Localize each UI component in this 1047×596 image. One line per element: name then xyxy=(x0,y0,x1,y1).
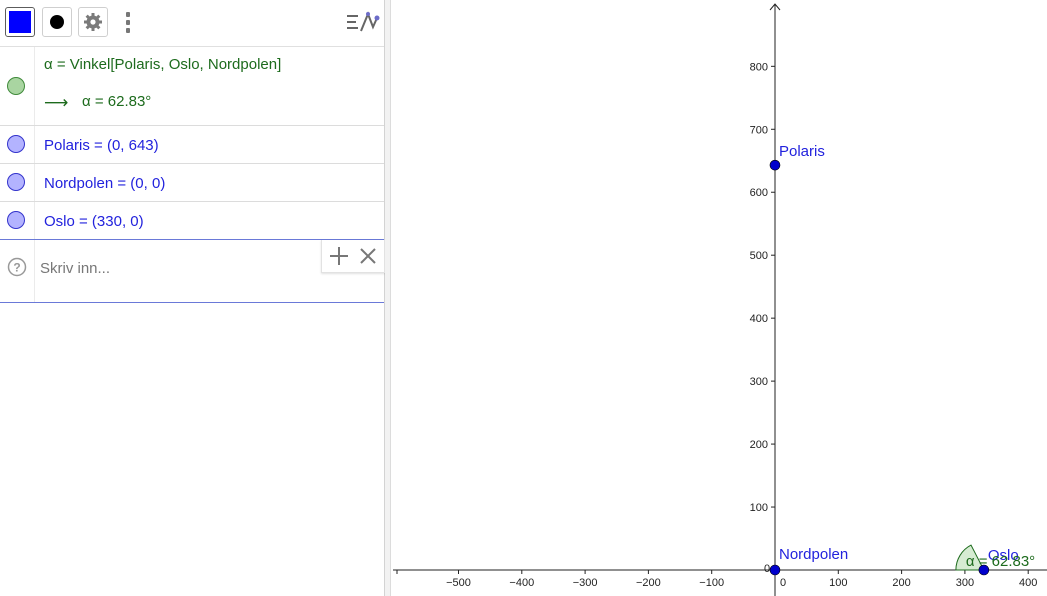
algebra-row-oslo[interactable]: Oslo = (330, 0) xyxy=(0,202,384,239)
visibility-toggle-icon[interactable] xyxy=(7,173,25,191)
y-tick-label: 500 xyxy=(750,250,768,262)
x-tick-label: −500 xyxy=(446,577,471,589)
origin-label: 0 xyxy=(764,563,770,575)
point-nordpolen[interactable] xyxy=(769,564,781,576)
gear-icon xyxy=(84,13,102,31)
angle-definition[interactable]: α = Vinkel[Polaris, Oslo, Nordpolen] xyxy=(44,56,281,73)
row-divider xyxy=(34,202,35,239)
y-axis-ticks: 100 200 300 400 500 600 700 800 xyxy=(750,61,775,514)
view-menu-button[interactable] xyxy=(344,7,382,37)
close-icon[interactable] xyxy=(353,241,383,271)
visibility-toggle-icon[interactable] xyxy=(7,77,25,95)
algebra-view: α = Vinkel[Polaris, Oslo, Nordpolen] ⟶ α… xyxy=(0,0,385,596)
algebra-input-row[interactable]: ? Skriv inn... xyxy=(0,239,385,303)
y-tick-label: 800 xyxy=(750,61,768,73)
more-menu-button[interactable] xyxy=(118,7,138,37)
visibility-toggle-icon[interactable] xyxy=(7,211,25,229)
style-toolbar xyxy=(0,0,384,47)
x-tick-label: 100 xyxy=(829,577,847,589)
input-tools xyxy=(321,240,385,273)
x-tick-label: 400 xyxy=(1019,577,1037,589)
help-icon[interactable]: ? xyxy=(7,257,27,277)
nordpolen-definition[interactable]: Nordpolen = (0, 0) xyxy=(44,175,165,192)
angle-value: α = 62.83° xyxy=(82,93,152,110)
polaris-definition[interactable]: Polaris = (0, 643) xyxy=(44,137,159,154)
angle-label[interactable]: α = 62.83° xyxy=(966,553,1035,570)
y-tick-label: 200 xyxy=(750,439,768,451)
point-label-polaris[interactable]: Polaris xyxy=(779,143,825,160)
algebra-row-angle[interactable]: α = Vinkel[Polaris, Oslo, Nordpolen] ⟶ α… xyxy=(0,47,384,126)
x-axis-ticks: −500 −400 −300 −200 −100 0 100 200 300 400 xyxy=(446,570,1037,589)
point-polaris[interactable] xyxy=(769,159,781,171)
y-tick-label: 600 xyxy=(750,187,768,199)
color-swatch xyxy=(9,11,31,33)
color-button[interactable] xyxy=(5,7,35,37)
x-tick-label: −200 xyxy=(636,577,661,589)
vertical-dots-icon-dot xyxy=(126,28,130,33)
x-tick-label: 300 xyxy=(956,577,974,589)
row-divider xyxy=(34,164,35,201)
x-tick-label: 200 xyxy=(892,577,910,589)
row-divider xyxy=(34,240,35,302)
algebra-input-field[interactable]: Skriv inn... xyxy=(40,260,110,277)
point-label-nordpolen[interactable]: Nordpolen xyxy=(779,546,848,563)
plus-icon[interactable] xyxy=(324,241,354,271)
settings-button[interactable] xyxy=(78,7,108,37)
output-arrow-icon: ⟶ xyxy=(44,93,69,112)
x-tick-label: −300 xyxy=(573,577,598,589)
x-tick-label: −400 xyxy=(509,577,534,589)
algebra-row-polaris[interactable]: Polaris = (0, 643) xyxy=(0,126,384,164)
visibility-toggle-icon[interactable] xyxy=(7,135,25,153)
graphics-view[interactable]: −500 −400 −300 −200 −100 0 100 200 300 400 100 200… xyxy=(391,0,1047,596)
row-divider xyxy=(34,47,35,125)
vertical-dots-icon-dot xyxy=(126,20,130,25)
x-tick-label: −100 xyxy=(699,577,724,589)
point-style-icon xyxy=(50,15,64,29)
x-tick-label: 0 xyxy=(780,577,786,589)
point-style-button[interactable] xyxy=(42,7,72,37)
row-divider xyxy=(34,126,35,163)
y-tick-label: 400 xyxy=(750,313,768,325)
algebra-row-nordpolen[interactable]: Nordpolen = (0, 0) xyxy=(0,164,384,202)
svg-text:?: ? xyxy=(13,261,20,275)
y-tick-label: 300 xyxy=(750,376,768,388)
y-tick-label: 700 xyxy=(750,124,768,136)
vertical-dots-icon xyxy=(126,12,130,17)
y-tick-label: 100 xyxy=(750,502,768,514)
algebra-graphics-view-icon xyxy=(347,11,380,32)
oslo-definition[interactable]: Oslo = (330, 0) xyxy=(44,213,144,230)
